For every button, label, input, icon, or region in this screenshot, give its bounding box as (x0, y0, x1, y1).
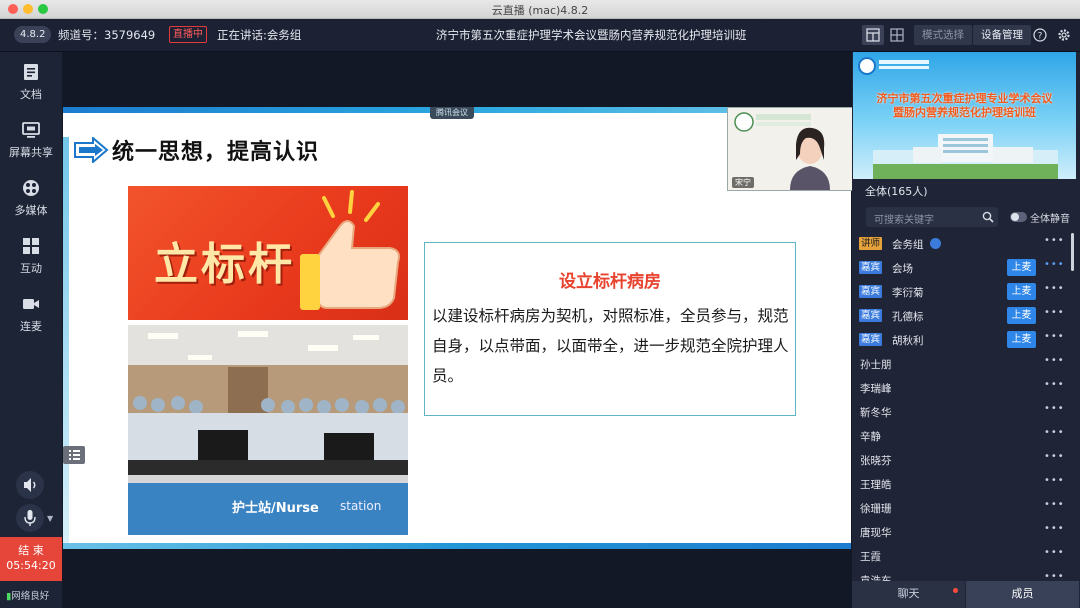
member-name: 王霞 (860, 551, 881, 563)
member-row[interactable]: 嘉宾 孔德标 上麦 ••• (858, 304, 1065, 328)
network-status: ▮网络良好 (6, 588, 49, 602)
member-name: 会务组 (892, 239, 924, 251)
member-more-button[interactable]: ••• (1044, 547, 1065, 558)
member-row[interactable]: 袁浩东 ••• (858, 568, 1065, 581)
member-name: 靳冬华 (860, 407, 892, 419)
user-icon (930, 238, 941, 249)
member-name: 辛静 (860, 431, 881, 443)
member-row[interactable]: 王理皓 ••• (858, 472, 1065, 496)
member-role-badge: 嘉宾 (859, 309, 883, 322)
member-name: 李瑞峰 (860, 383, 892, 395)
member-row[interactable]: 王霞 ••• (858, 544, 1065, 568)
member-more-button[interactable]: ••• (1044, 427, 1065, 438)
invite-to-mic-button[interactable]: 上麦 (1007, 331, 1036, 348)
invite-to-mic-button[interactable]: 上麦 (1007, 259, 1036, 276)
member-more-button[interactable]: ••• (1044, 259, 1065, 270)
tab-members[interactable]: 成员 (966, 581, 1079, 608)
network-status-label: 网络良好 (11, 591, 50, 602)
member-more-button[interactable]: ••• (1044, 451, 1065, 462)
member-more-button[interactable]: ••• (1044, 379, 1065, 390)
member-name: 张晓芬 (860, 455, 892, 467)
member-row[interactable]: 孙士朋 ••• (858, 352, 1065, 376)
member-name: 孔德标 (892, 311, 924, 323)
member-row[interactable]: 辛静 ••• (858, 424, 1065, 448)
member-more-button[interactable]: ••• (1044, 283, 1065, 294)
member-more-button[interactable]: ••• (1044, 571, 1065, 581)
member-row[interactable]: 张晓芬 ••• (858, 448, 1065, 472)
member-list: 讲师 会务组 ••• 嘉宾 会场 上麦 ••• 嘉宾 李衍菊 上麦 ••• 嘉宾 孔德标 上麦 ••• 嘉宾胡… (0, 0, 1080, 581)
tab-members-label: 成员 (1011, 587, 1034, 600)
member-name: 袁浩东 (860, 575, 892, 581)
member-row[interactable]: 嘉宾 会场 上麦 ••• (858, 256, 1065, 280)
member-name: 徐珊珊 (860, 503, 892, 515)
member-role-badge: 嘉宾 (859, 285, 883, 298)
member-more-button[interactable]: ••• (1044, 355, 1065, 366)
member-list-scrollbar[interactable] (1071, 233, 1074, 271)
tab-chat[interactable]: 聊天 (852, 581, 965, 608)
panel-tabs: 聊天 成员 (852, 581, 1080, 608)
member-name: 会场 (892, 263, 913, 275)
member-more-button[interactable]: ••• (1044, 331, 1065, 342)
invite-to-mic-button[interactable]: 上麦 (1007, 283, 1036, 300)
member-role-badge: 嘉宾 (859, 333, 883, 346)
member-row[interactable]: 徐珊珊 ••• (858, 496, 1065, 520)
member-row[interactable]: 嘉宾 李衍菊 上麦 ••• (858, 280, 1065, 304)
member-more-button[interactable]: ••• (1044, 403, 1065, 414)
member-row[interactable]: 嘉宾 胡秋利 上麦 ••• (858, 328, 1065, 352)
member-name: 王理皓 (860, 479, 892, 491)
member-name: 胡秋利 (892, 335, 924, 347)
member-more-button[interactable]: ••• (1044, 475, 1065, 486)
member-name: 孙士朋 (860, 359, 892, 371)
member-row[interactable]: 唐现华 ••• (858, 520, 1065, 544)
member-more-button[interactable]: ••• (1044, 523, 1065, 534)
member-name: 李衍菊 (892, 287, 924, 299)
member-more-button[interactable]: ••• (1044, 499, 1065, 510)
tab-chat-label: 聊天 (897, 587, 920, 600)
member-name: 唐现华 (860, 527, 892, 539)
unread-dot (953, 588, 958, 593)
member-role-badge: 讲师 (859, 237, 883, 250)
member-row[interactable]: 李瑞峰 ••• (858, 376, 1065, 400)
member-row[interactable]: 讲师 会务组 ••• (858, 232, 1065, 256)
member-more-button[interactable]: ••• (1044, 307, 1065, 318)
member-more-button[interactable]: ••• (1044, 235, 1065, 246)
invite-to-mic-button[interactable]: 上麦 (1007, 307, 1036, 324)
member-row[interactable]: 靳冬华 ••• (858, 400, 1065, 424)
member-role-badge: 嘉宾 (859, 261, 883, 274)
